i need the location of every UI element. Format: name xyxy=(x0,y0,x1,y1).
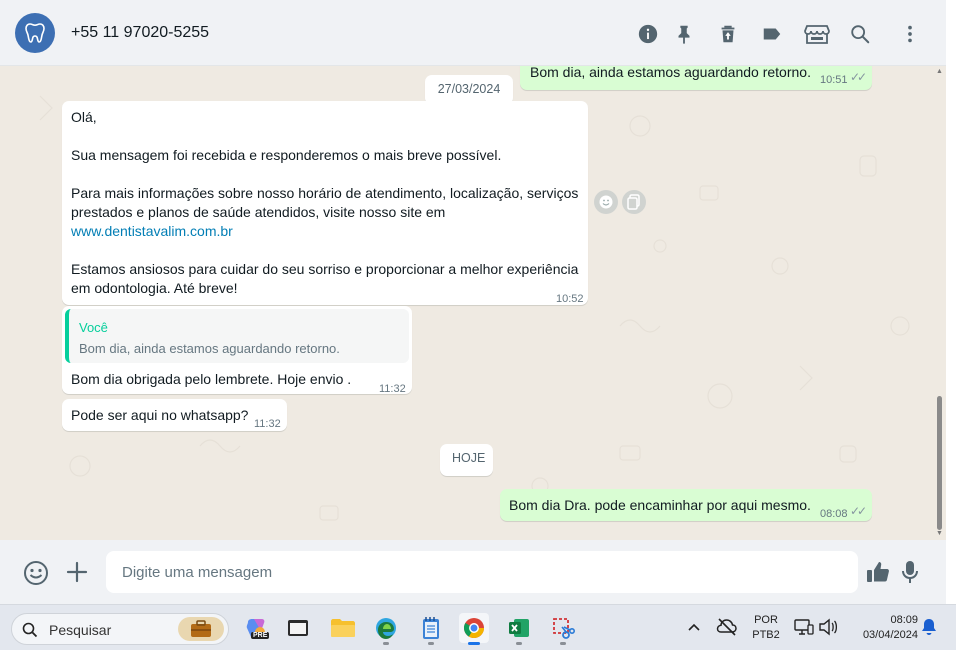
message-line: Para mais informações sobre nosso horári… xyxy=(71,185,579,201)
running-indicator xyxy=(383,642,389,645)
double-check-icon: ✓✓ xyxy=(850,70,867,84)
message-time: 10:52 xyxy=(556,293,584,305)
pin-icon[interactable] xyxy=(672,22,696,46)
clock[interactable]: 08:09 03/04/2024 xyxy=(848,613,918,643)
notification-bell-icon[interactable] xyxy=(920,617,938,637)
microphone-icon[interactable] xyxy=(898,558,922,586)
quote-text: Bom dia, ainda estamos aguardando retorn… xyxy=(79,341,340,356)
message-input[interactable] xyxy=(106,551,858,593)
copilot-badge: PRE xyxy=(251,632,270,639)
search-icon xyxy=(22,622,38,638)
message-time: 11:32 xyxy=(379,383,406,395)
excel-app[interactable] xyxy=(504,613,534,645)
windows-taskbar: Pesquisar PRE POR PTB2 08:09 03/04/2024 xyxy=(0,604,956,650)
double-check-icon: ✓✓ xyxy=(850,504,867,518)
file-explorer-app[interactable] xyxy=(328,613,358,643)
store-icon[interactable] xyxy=(803,22,831,46)
message-time: 11:32 xyxy=(254,418,281,430)
thumbs-up-icon[interactable] xyxy=(864,558,892,586)
chat-header: +55 11 97020-5255 xyxy=(0,0,946,66)
message-text: Pode ser aqui no whatsapp? xyxy=(71,407,249,423)
message-text: Bom dia Dra. pode encaminhar por aqui me… xyxy=(509,497,811,513)
label-icon[interactable] xyxy=(760,22,784,46)
window-icon xyxy=(288,620,308,636)
scroll-thumb[interactable] xyxy=(937,396,942,530)
volume-icon[interactable] xyxy=(818,617,838,637)
message-line: Estamos ansiosos para cuidar do seu sorr… xyxy=(71,261,579,277)
avatar[interactable] xyxy=(15,13,55,53)
message-text: Bom dia, ainda estamos aguardando retorn… xyxy=(530,66,811,80)
taskbar-search[interactable]: Pesquisar xyxy=(11,613,229,645)
message-incoming-reply[interactable]: Você Bom dia, ainda estamos aguardando r… xyxy=(62,306,412,395)
tooth-icon xyxy=(25,23,45,43)
running-indicator xyxy=(516,642,522,645)
cloud-off-icon[interactable] xyxy=(716,617,738,637)
language-code: POR xyxy=(754,614,778,626)
search-icon[interactable] xyxy=(848,22,872,46)
chrome-app[interactable] xyxy=(459,613,489,645)
attach-plus-icon[interactable] xyxy=(64,559,90,585)
message-time: 10:51 xyxy=(820,74,848,86)
keyboard-layout: PTB2 xyxy=(752,629,780,641)
forward-icon[interactable] xyxy=(622,190,646,214)
message-line: Olá, xyxy=(71,109,97,125)
message-incoming[interactable]: Pode ser aqui no whatsapp? 11:32 xyxy=(62,399,287,431)
emoji-icon[interactable] xyxy=(22,559,50,587)
snipping-icon xyxy=(553,618,575,639)
quote-author: Você xyxy=(79,320,108,335)
message-composer xyxy=(0,540,946,604)
info-icon[interactable] xyxy=(636,22,660,46)
scroll-up-arrow-icon[interactable]: ▲ xyxy=(936,68,943,75)
message-line: prestados e planos de saúde atendidos, v… xyxy=(71,204,446,220)
message-line: Sua mensagem foi recebida e responderemo… xyxy=(71,147,502,163)
contact-name[interactable]: +55 11 97020-5255 xyxy=(71,24,209,42)
search-label: Pesquisar xyxy=(49,622,112,638)
copilot-app[interactable]: PRE xyxy=(241,613,271,643)
snipping-tool-app[interactable] xyxy=(548,613,578,645)
notepad-icon xyxy=(423,617,439,639)
message-time: 08:08 xyxy=(820,508,848,520)
edge-icon xyxy=(376,618,396,639)
excel-icon xyxy=(509,619,529,637)
window-edge xyxy=(946,0,956,604)
chat-scrollbar[interactable]: ▲ ▼ xyxy=(933,66,946,540)
message-line: em odontologia. Até breve! xyxy=(71,280,238,296)
clock-date: 03/04/2024 xyxy=(862,629,918,641)
message-incoming[interactable]: Olá, Sua mensagem foi recebida e respond… xyxy=(62,101,588,305)
chevron-up-icon[interactable] xyxy=(686,619,702,635)
input-language[interactable]: POR PTB2 xyxy=(748,613,784,643)
clock-time: 08:09 xyxy=(890,614,918,626)
active-indicator xyxy=(468,642,480,645)
running-indicator xyxy=(428,642,434,645)
message-body: Olá, Sua mensagem foi recebida e respond… xyxy=(71,108,581,298)
date-separator-today: HOJE xyxy=(440,444,493,476)
edge-app[interactable] xyxy=(371,613,401,645)
message-list[interactable]: Bom dia, ainda estamos aguardando retorn… xyxy=(0,66,946,540)
website-link[interactable]: www.dentistavalim.com.br xyxy=(71,222,581,241)
message-outgoing[interactable]: Bom dia, ainda estamos aguardando retorn… xyxy=(520,66,872,90)
running-indicator xyxy=(560,642,566,645)
delete-icon[interactable] xyxy=(716,22,740,46)
message-text: Bom dia obrigada pelo lembrete. Hoje env… xyxy=(71,371,352,387)
menu-icon[interactable] xyxy=(898,22,922,46)
notepad-app[interactable] xyxy=(416,613,446,645)
terminal-app[interactable] xyxy=(283,613,313,643)
scroll-down-arrow-icon[interactable]: ▼ xyxy=(936,530,943,537)
briefcase-icon[interactable] xyxy=(178,617,224,641)
chrome-icon xyxy=(463,618,484,638)
message-outgoing[interactable]: Bom dia Dra. pode encaminhar por aqui me… xyxy=(500,489,872,521)
emoji-react-icon[interactable] xyxy=(594,190,618,214)
quoted-message[interactable]: Você Bom dia, ainda estamos aguardando r… xyxy=(65,309,409,363)
network-icon[interactable] xyxy=(794,617,814,637)
folder-icon xyxy=(331,619,355,637)
